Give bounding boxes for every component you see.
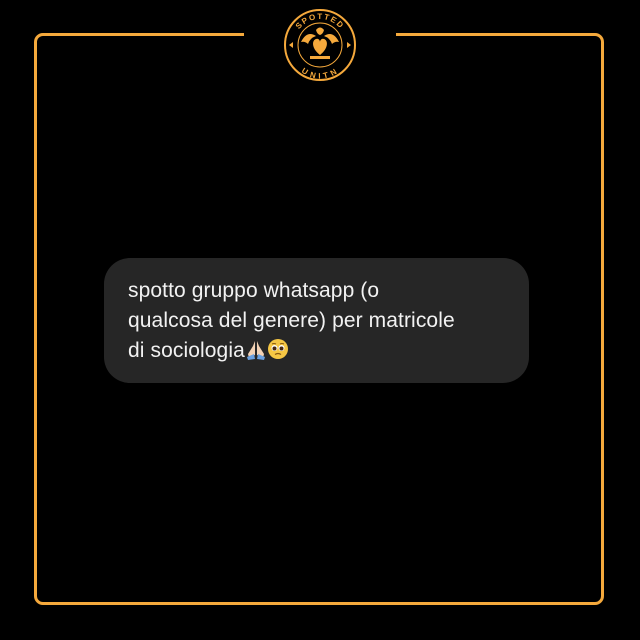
post-canvas: SPOTTED UNITN spotto gruppo whatsapp (o … [0,0,640,640]
pleading-face-icon [267,339,288,359]
message-line-2: qualcosa del genere) per matricole [128,309,455,332]
spotted-unitn-logo: SPOTTED UNITN [284,9,356,81]
message-text: spotto gruppo whatsapp (o qualcosa del g… [128,276,507,366]
folded-hands-icon [246,341,265,360]
message-line-1: spotto gruppo whatsapp (o [128,279,380,302]
message-bubble: spotto gruppo whatsapp (o qualcosa del g… [104,258,529,383]
message-line-3: di sociologia [128,339,245,362]
